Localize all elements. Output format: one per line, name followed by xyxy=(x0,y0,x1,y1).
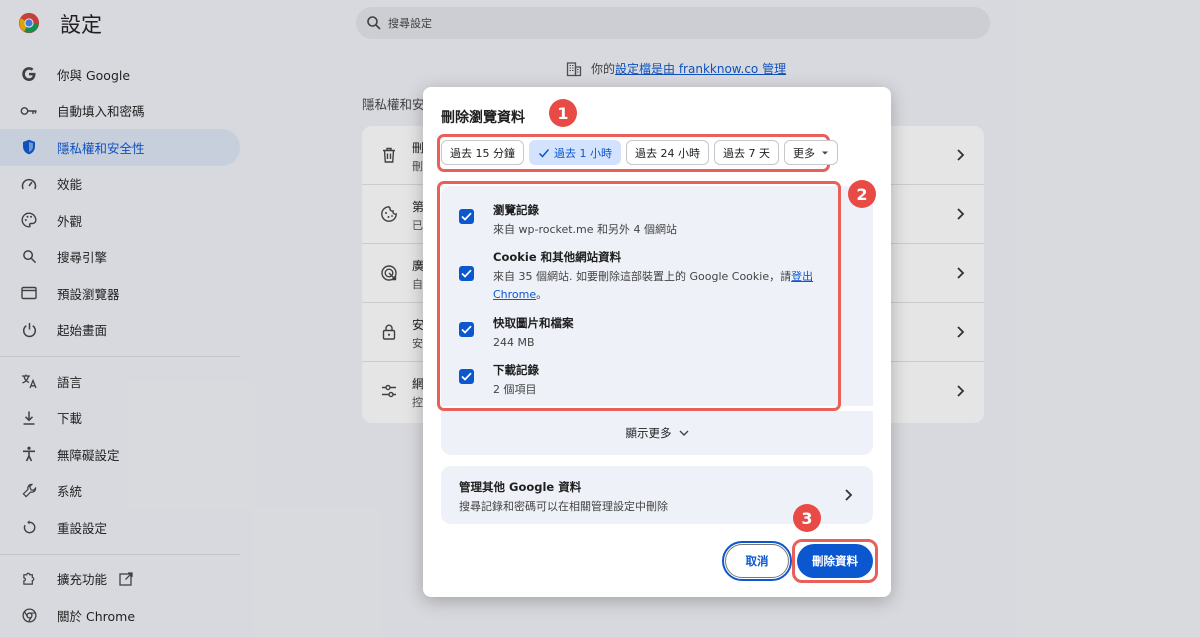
chip-last-15-minutes[interactable]: 過去 15 分鐘 xyxy=(441,140,524,165)
chip-label: 過去 15 分鐘 xyxy=(450,146,515,160)
chevron-down-icon xyxy=(679,430,688,436)
chip-label: 更多 xyxy=(793,146,815,160)
check-icon xyxy=(538,148,550,158)
delete-data-button[interactable]: 刪除資料 xyxy=(797,544,873,578)
dialog-title: 刪除瀏覽資料 xyxy=(441,110,525,126)
show-more-button[interactable]: 顯示更多 xyxy=(441,411,873,455)
chevron-right-icon xyxy=(845,489,853,501)
chip-more-dropdown[interactable]: 更多 xyxy=(784,140,838,165)
caret-down-icon xyxy=(822,151,828,154)
chip-last-hour[interactable]: 過去 1 小時 xyxy=(529,140,621,165)
annotation-badge-2: 2 xyxy=(848,180,876,208)
highlight-box-data-types xyxy=(437,181,841,411)
chip-last-7-days[interactable]: 過去 7 天 xyxy=(714,140,779,165)
chip-last-24-hours[interactable]: 過去 24 小時 xyxy=(626,140,709,165)
manage-subtitle: 搜尋記錄和密碼可以在相關管理設定中刪除 xyxy=(459,500,668,513)
time-range-chips: 過去 15 分鐘 過去 1 小時 過去 24 小時 過去 7 天 更多 xyxy=(441,140,843,165)
annotation-badge-1: 1 xyxy=(549,99,577,127)
annotation-badge-3: 3 xyxy=(793,504,821,532)
clear-browsing-data-dialog: 刪除瀏覽資料 過去 15 分鐘 過去 1 小時 過去 24 小時 過去 7 天 … xyxy=(423,87,891,597)
manage-title: 管理其他 Google 資料 xyxy=(459,480,582,494)
show-more-label: 顯示更多 xyxy=(625,426,672,440)
cancel-button[interactable]: 取消 xyxy=(725,544,789,578)
chip-label: 過去 24 小時 xyxy=(635,146,700,160)
chip-label: 過去 7 天 xyxy=(723,146,770,160)
chip-label: 過去 1 小時 xyxy=(554,146,612,160)
